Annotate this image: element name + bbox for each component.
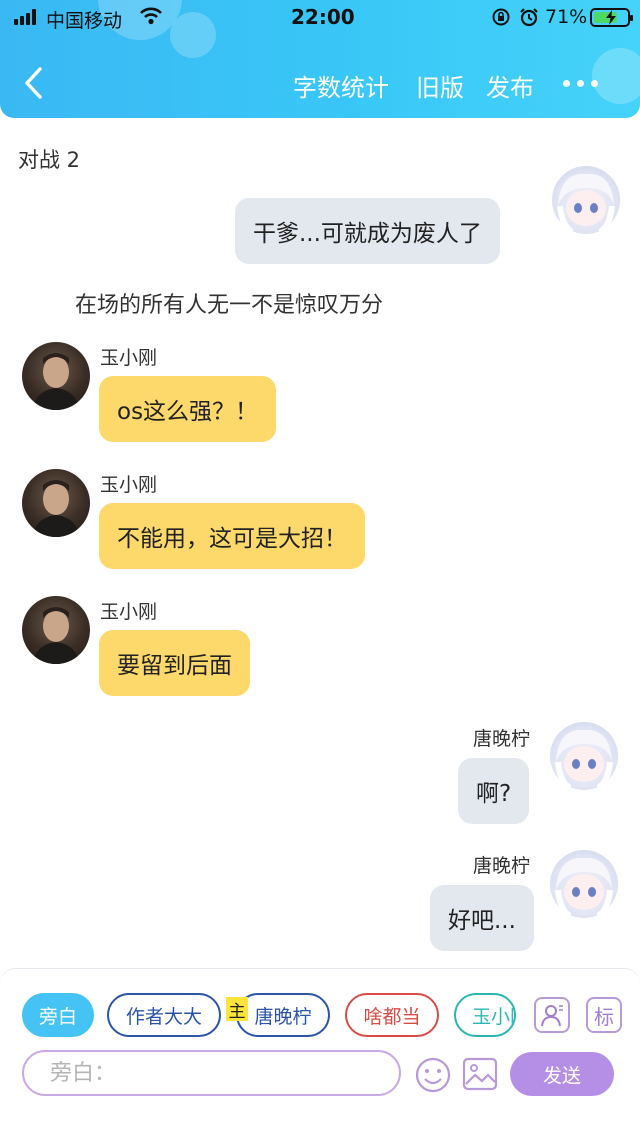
status-bar: 中国移动 22:00 71% bbox=[0, 0, 640, 36]
image-icon[interactable] bbox=[462, 1056, 498, 1092]
tag-button[interactable]: 标 bbox=[586, 997, 622, 1033]
chapter-title: 对战 2 bbox=[18, 148, 81, 172]
sender-name: 唐晚柠 bbox=[473, 728, 531, 750]
signal-icon bbox=[14, 9, 40, 25]
status-time: 22:00 bbox=[291, 5, 355, 29]
sender-name: 唐晚柠 bbox=[473, 855, 531, 877]
message-bubble: os这么强？！ bbox=[99, 376, 277, 442]
orientation-lock-icon bbox=[492, 8, 510, 26]
message-bubble: 干爹...可就成为废人了 bbox=[235, 198, 500, 264]
role-chip-tang-wanning[interactable]: 唐晚柠 bbox=[236, 993, 330, 1037]
main-role-badge: 主 bbox=[226, 997, 248, 1022]
message-bubble: 啊? bbox=[458, 758, 530, 824]
wifi-icon bbox=[140, 7, 162, 25]
more-dots-icon[interactable] bbox=[561, 72, 601, 96]
emoji-icon[interactable] bbox=[414, 1056, 452, 1094]
person-card-icon[interactable] bbox=[534, 997, 570, 1033]
avatar-tang-wanning[interactable] bbox=[552, 166, 620, 234]
alarm-icon bbox=[520, 8, 538, 27]
message-input[interactable] bbox=[22, 1050, 401, 1096]
publish-button[interactable]: 发布 bbox=[486, 68, 534, 103]
sender-name: 玉小刚 bbox=[100, 347, 158, 369]
avatar-tang-wanning[interactable] bbox=[550, 722, 618, 790]
top-header: 中国移动 22:00 71% 字数统计 旧版 发布 bbox=[0, 0, 640, 118]
word-count-button[interactable]: 字数统计 bbox=[293, 68, 389, 103]
battery-icon bbox=[590, 8, 633, 27]
avatar-tang-wanning[interactable] bbox=[550, 850, 618, 918]
old-version-button[interactable]: 旧版 bbox=[416, 68, 464, 103]
message-bubble: 好吧... bbox=[430, 885, 534, 951]
sender-name: 玉小刚 bbox=[100, 601, 158, 623]
role-chip-any-role[interactable]: 啥都当 bbox=[345, 993, 439, 1037]
avatar-yu-xiaogang[interactable] bbox=[22, 596, 90, 664]
avatar-yu-xiaogang[interactable] bbox=[22, 342, 90, 410]
sender-name: 玉小刚 bbox=[100, 474, 158, 496]
role-chip-yu-xiaogang[interactable]: 玉小刚 bbox=[454, 993, 516, 1037]
send-button[interactable]: 发送 bbox=[510, 1052, 614, 1096]
avatar-yu-xiaogang[interactable] bbox=[22, 469, 90, 537]
role-chip-author[interactable]: 作者大大 bbox=[107, 993, 221, 1037]
message-bubble: 要留到后面 bbox=[99, 630, 250, 696]
message-bubble: 不能用，这可是大招！ bbox=[99, 503, 365, 569]
role-chip-narration[interactable]: 旁白 bbox=[22, 993, 94, 1037]
battery-percent: 71% bbox=[545, 6, 588, 28]
narration-text: 在场的所有人无一不是惊叹万分 bbox=[75, 293, 384, 318]
carrier-name: 中国移动 bbox=[46, 10, 123, 32]
back-button[interactable] bbox=[20, 64, 50, 102]
